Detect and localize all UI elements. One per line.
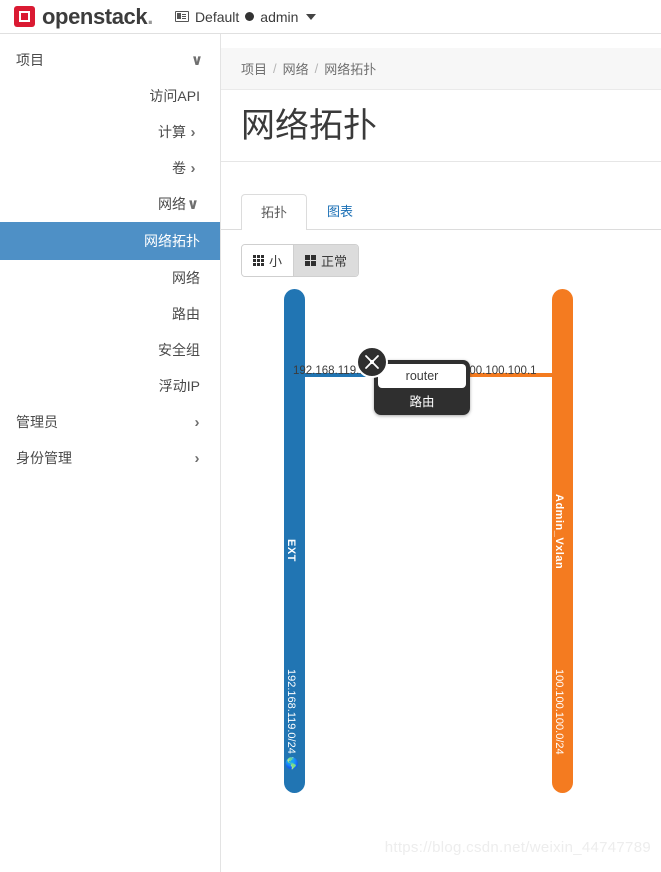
router-type-label: 路由: [409, 394, 435, 409]
sidebar-item-routers[interactable]: 路由: [0, 296, 220, 332]
breadcrumb-item-network-topology: 网络拓扑: [324, 62, 377, 77]
size-toggle-normal-label: 正常: [321, 253, 348, 269]
sidebar-nav: 项目 ∨ 访问API 计算 › 卷 › 网络 ∨ 网络拓扑 网络 路由 安全组 …: [0, 34, 221, 872]
sidebar-item-volumes-label: 卷: [172, 160, 186, 176]
sidebar-group-identity[interactable]: 身份管理 ›: [0, 440, 220, 476]
user-label: admin: [260, 8, 299, 25]
globe-icon: 🌎: [285, 756, 298, 771]
subnet-label-admin-vxlan: 100.100.100.0/24: [553, 669, 565, 755]
chevron-right-icon: ›: [190, 123, 196, 141]
network-label-admin-vxlan: Admin_Vxlan: [553, 493, 565, 569]
sidebar-item-network-topology-label: 网络拓扑: [144, 233, 200, 249]
size-toggle-normal[interactable]: 正常: [294, 244, 359, 276]
breadcrumb-item-project[interactable]: 项目: [241, 59, 267, 78]
tab-graph[interactable]: 图表: [307, 193, 373, 229]
sidebar-item-routers-label: 路由: [172, 306, 200, 322]
tab-bar: 拓扑 图表: [221, 193, 661, 230]
size-toggle-wrap: 小 正常: [221, 230, 661, 277]
router-name: router: [378, 363, 466, 388]
sidebar-group-identity-label: 身份管理: [16, 450, 72, 466]
breadcrumb: 项目 / 网络 / 网络拓扑: [221, 48, 661, 90]
domain-label: Default: [194, 8, 240, 25]
breadcrumb-separator: /: [273, 61, 277, 76]
sidebar-item-security-groups-label: 安全组: [158, 342, 200, 358]
sidebar-group-project[interactable]: 项目 ∨: [0, 42, 220, 78]
sidebar-item-api-access[interactable]: 访问API: [0, 78, 220, 114]
network-label-ext: EXT: [285, 538, 297, 562]
tab-topology-label: 拓扑: [261, 204, 288, 220]
subnet-label-ext-text: 192.168.119.0/24: [285, 668, 297, 754]
chevron-right-icon: ›: [194, 449, 200, 467]
sidebar-item-network-topology[interactable]: 网络拓扑: [0, 222, 220, 260]
size-toggle-small[interactable]: 小: [242, 244, 295, 276]
sidebar-group-admin[interactable]: 管理员 ›: [0, 404, 220, 440]
sidebar-item-network[interactable]: 网络 ∨: [0, 186, 220, 222]
sidebar-item-floating-ips[interactable]: 浮动IP: [0, 368, 220, 404]
circle-bullet-icon: [245, 12, 255, 21]
router-icon: [356, 345, 388, 378]
sidebar-item-network-label: 网络: [158, 196, 186, 212]
page-body: 项目 ∨ 访问API 计算 › 卷 › 网络 ∨ 网络拓扑 网络 路由 安全组 …: [0, 34, 661, 872]
subnet-label-ext: 192.168.119.0/24 🌎: [285, 668, 298, 771]
grid-2x2-icon: [305, 254, 317, 266]
sidebar-group-project-label: 项目: [16, 52, 44, 68]
sidebar-item-floating-ips-label: 浮动IP: [158, 378, 200, 394]
chevron-down-icon[interactable]: [306, 13, 317, 20]
sidebar-item-networks[interactable]: 网络: [0, 260, 220, 296]
page-title: 网络拓扑: [221, 90, 661, 162]
openstack-logo[interactable]: openstack.: [14, 3, 153, 29]
panel-icon: [174, 11, 189, 22]
topology-canvas[interactable]: EXT Admin_Vxlan 192.168.119.0/24 🌎 100.1…: [221, 288, 661, 849]
brand-name: openstack.: [42, 3, 153, 29]
sidebar-item-networks-label: 网络: [172, 270, 200, 286]
size-toggle-small-label: 小: [269, 253, 283, 269]
breadcrumb-separator: /: [314, 61, 319, 76]
subnet-label-admin-vxlan-text: 100.100.100.0/24: [553, 668, 565, 755]
sidebar-item-compute-label: 计算: [158, 124, 186, 140]
size-toggle-group: 小 正常: [241, 243, 360, 277]
sidebar-item-compute[interactable]: 计算 ›: [0, 114, 220, 150]
openstack-mark-icon: [14, 6, 35, 27]
chevron-right-icon: ›: [190, 159, 196, 177]
chevron-right-icon: ›: [194, 413, 200, 431]
sidebar-item-security-groups[interactable]: 安全组: [0, 332, 220, 368]
tab-graph-label: 图表: [327, 203, 354, 219]
sidebar-group-admin-label: 管理员: [16, 414, 58, 430]
watermark: https://blog.csdn.net/weixin_44747789: [384, 839, 651, 856]
router-node[interactable]: router 路由: [356, 345, 470, 415]
grid-3x3-icon: [253, 254, 264, 266]
sidebar-item-volumes[interactable]: 卷 ›: [0, 150, 220, 186]
chevron-down-icon: ∨: [190, 51, 204, 69]
gateway-ip-admin-vxlan: 100.100.100.1: [463, 364, 537, 377]
tab-topology[interactable]: 拓扑: [241, 193, 308, 230]
main-content: 项目 / 网络 / 网络拓扑 网络拓扑 拓扑 图表 小 正常 EXT Admin…: [221, 34, 661, 872]
sidebar-item-api-access-label: 访问API: [149, 88, 200, 104]
top-header-bar: openstack. Default admin: [0, 0, 661, 34]
chevron-down-icon: ∨: [186, 195, 200, 213]
context-switcher[interactable]: Default admin: [174, 8, 317, 25]
breadcrumb-item-network[interactable]: 网络: [283, 59, 309, 78]
